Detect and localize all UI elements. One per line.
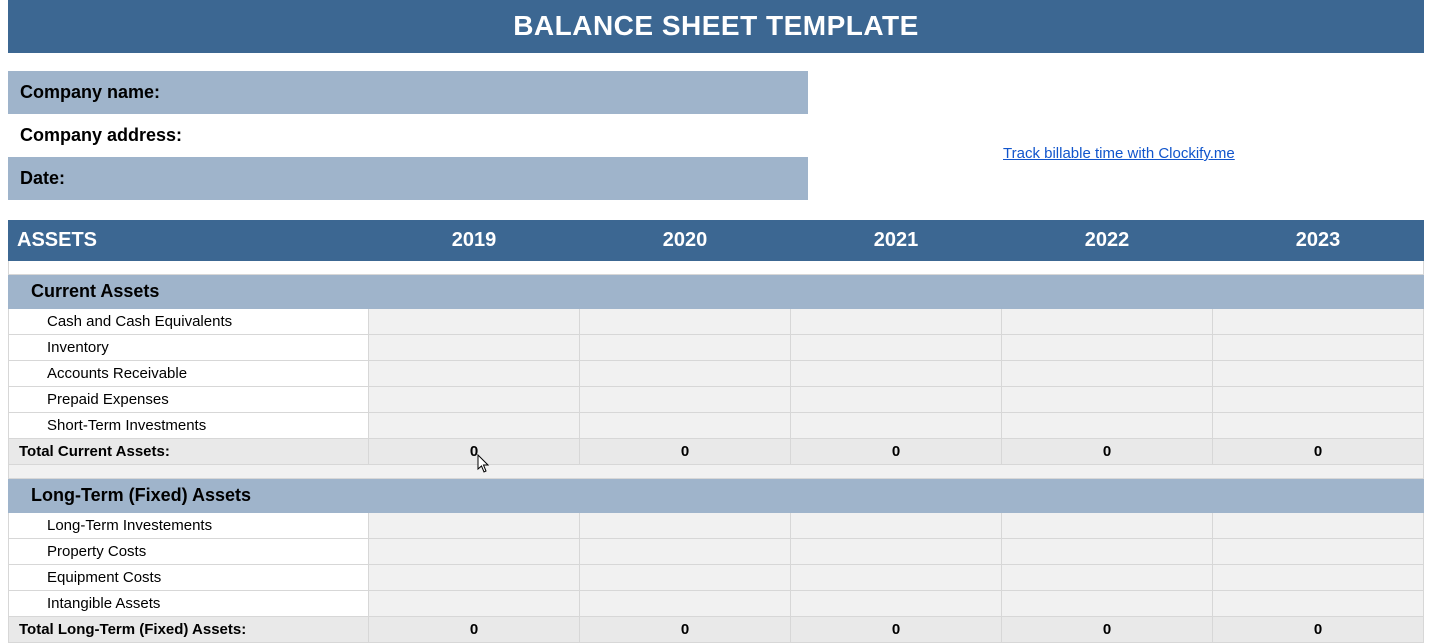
cell[interactable] (1213, 539, 1424, 565)
cell[interactable] (580, 413, 791, 439)
row-label: Cash and Cash Equivalents (9, 309, 369, 335)
total-cell: 0 (1213, 617, 1424, 643)
cell[interactable] (369, 539, 580, 565)
clockify-link[interactable]: Track billable time with Clockify.me (1003, 145, 1235, 162)
table-row[interactable]: Property Costs (9, 539, 1424, 565)
info-block: Company name: Company address: Date: Tra… (8, 71, 1424, 200)
cell[interactable] (1213, 591, 1424, 617)
row-label: Short-Term Investments (9, 413, 369, 439)
cell[interactable] (580, 361, 791, 387)
row-label: Equipment Costs (9, 565, 369, 591)
cell[interactable] (791, 565, 1002, 591)
cell[interactable] (369, 413, 580, 439)
year-header: 2022 (1002, 221, 1213, 261)
section-longterm-assets: Long-Term (Fixed) Assets (9, 479, 1424, 513)
year-header: 2021 (791, 221, 1002, 261)
cell[interactable] (1213, 513, 1424, 539)
total-cell: 0 (1213, 439, 1424, 465)
total-label: Total Long-Term (Fixed) Assets: (9, 617, 369, 643)
cell[interactable] (1002, 513, 1213, 539)
row-label: Long-Term Investements (9, 513, 369, 539)
row-label: Inventory (9, 335, 369, 361)
table-row[interactable]: Equipment Costs (9, 565, 1424, 591)
cell[interactable] (791, 591, 1002, 617)
cell[interactable] (1002, 565, 1213, 591)
cell[interactable] (791, 361, 1002, 387)
cell[interactable] (1213, 309, 1424, 335)
total-label: Total Current Assets: (9, 439, 369, 465)
total-cell: 0 (1002, 439, 1213, 465)
cell[interactable] (791, 335, 1002, 361)
total-cell: 0 (1002, 617, 1213, 643)
cell[interactable] (1002, 591, 1213, 617)
cell[interactable] (1213, 565, 1424, 591)
cell[interactable] (791, 539, 1002, 565)
assets-table[interactable]: ASSETS 2019 2020 2021 2022 2023 Current … (8, 220, 1424, 643)
table-row[interactable]: Short-Term Investments (9, 413, 1424, 439)
cell[interactable] (369, 335, 580, 361)
cell[interactable] (369, 513, 580, 539)
cell[interactable] (580, 591, 791, 617)
cell[interactable] (1002, 539, 1213, 565)
cell[interactable] (369, 361, 580, 387)
cell[interactable] (1002, 387, 1213, 413)
company-address-label[interactable]: Company address: (8, 114, 808, 157)
total-cell: 0 (369, 439, 580, 465)
cell[interactable] (791, 413, 1002, 439)
table-row[interactable]: Long-Term Investements (9, 513, 1424, 539)
cell[interactable] (1002, 309, 1213, 335)
cell[interactable] (791, 513, 1002, 539)
cell[interactable] (369, 591, 580, 617)
date-label[interactable]: Date: (8, 157, 808, 200)
section-title: Long-Term (Fixed) Assets (9, 479, 1424, 513)
row-label: Property Costs (9, 539, 369, 565)
table-row[interactable]: Cash and Cash Equivalents (9, 309, 1424, 335)
cell[interactable] (369, 565, 580, 591)
row-label: Accounts Receivable (9, 361, 369, 387)
table-row[interactable]: Accounts Receivable (9, 361, 1424, 387)
cell[interactable] (369, 387, 580, 413)
section-current-assets: Current Assets (9, 275, 1424, 309)
total-cell: 0 (580, 439, 791, 465)
cell[interactable] (580, 513, 791, 539)
assets-header: ASSETS (9, 221, 369, 261)
year-header: 2019 (369, 221, 580, 261)
section-title: Current Assets (9, 275, 1424, 309)
cell[interactable] (580, 309, 791, 335)
total-current-assets: Total Current Assets: 0 0 0 0 0 (9, 439, 1424, 465)
cell[interactable] (1213, 361, 1424, 387)
total-cell: 0 (369, 617, 580, 643)
cell[interactable] (1002, 361, 1213, 387)
total-cell: 0 (791, 439, 1002, 465)
clockify-link-text[interactable]: Track billable time with Clockify.me (1003, 145, 1235, 162)
spacer-row (9, 465, 1424, 479)
year-header: 2020 (580, 221, 791, 261)
total-cell: 0 (580, 617, 791, 643)
table-row[interactable]: Inventory (9, 335, 1424, 361)
cell[interactable] (369, 309, 580, 335)
cell[interactable] (580, 335, 791, 361)
cell[interactable] (1213, 335, 1424, 361)
row-label: Prepaid Expenses (9, 387, 369, 413)
cell[interactable] (1213, 387, 1424, 413)
cell[interactable] (580, 565, 791, 591)
page-title: BALANCE SHEET TEMPLATE (8, 0, 1424, 53)
cell[interactable] (1002, 335, 1213, 361)
cell[interactable] (580, 387, 791, 413)
spacer-row (9, 261, 1424, 275)
total-cell: 0 (791, 617, 1002, 643)
cell[interactable] (791, 387, 1002, 413)
year-header: 2023 (1213, 221, 1424, 261)
cell[interactable] (580, 539, 791, 565)
table-row[interactable]: Prepaid Expenses (9, 387, 1424, 413)
table-row[interactable]: Intangible Assets (9, 591, 1424, 617)
company-name-label[interactable]: Company name: (8, 71, 808, 114)
row-label: Intangible Assets (9, 591, 369, 617)
cell[interactable] (1002, 413, 1213, 439)
cell[interactable] (1213, 413, 1424, 439)
table-header-row: ASSETS 2019 2020 2021 2022 2023 (9, 221, 1424, 261)
total-longterm-assets: Total Long-Term (Fixed) Assets: 0 0 0 0 … (9, 617, 1424, 643)
cell[interactable] (791, 309, 1002, 335)
